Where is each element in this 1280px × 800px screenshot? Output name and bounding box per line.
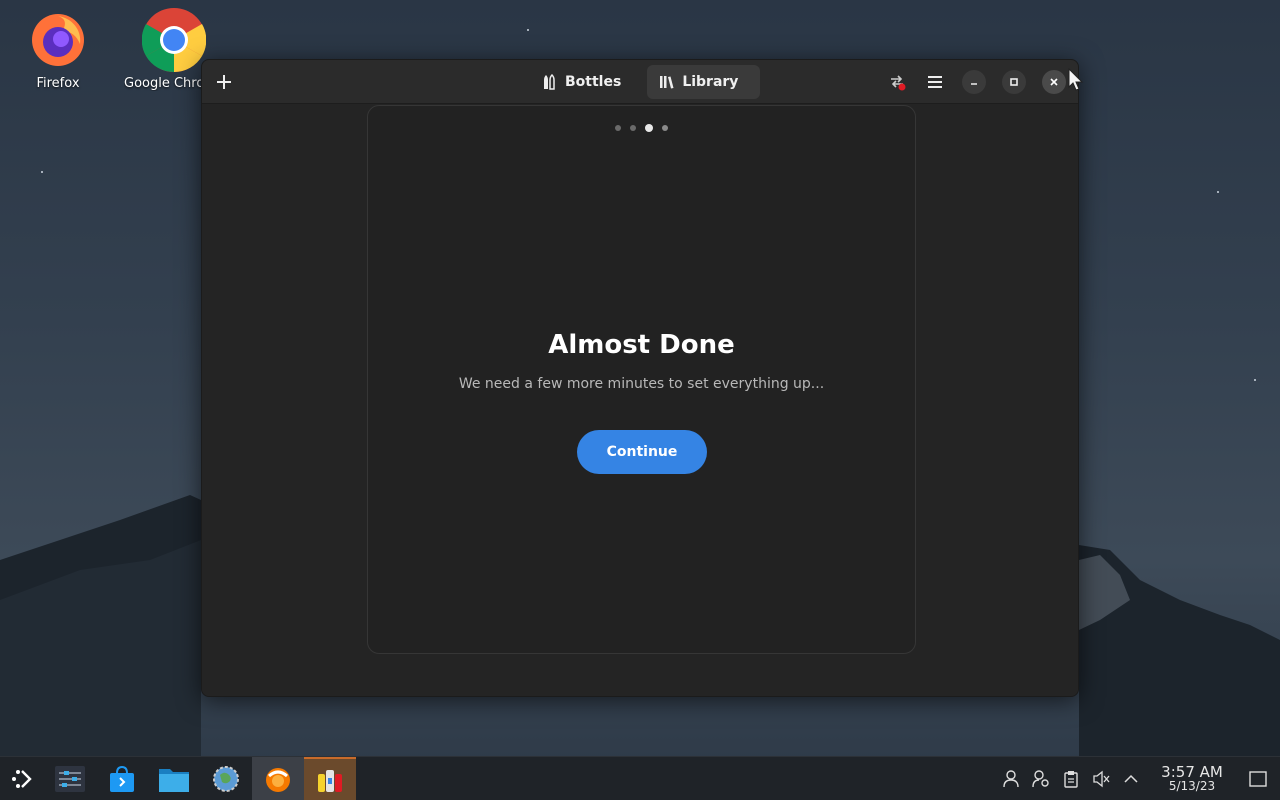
minimize-button[interactable] [962, 70, 986, 94]
system-tray: 3:57 AM 5/13/23 [996, 757, 1280, 800]
globe-gear-icon [213, 765, 239, 792]
maximize-button[interactable] [1002, 70, 1026, 94]
desktop-icon-chrome[interactable]: Google Chrome [124, 8, 207, 91]
headerbar: Bottles Library [202, 60, 1078, 104]
desktop-icon-label: Firefox [36, 76, 80, 91]
taskbar-file-manager[interactable] [148, 757, 200, 800]
taskbar-bottles-app[interactable] [252, 756, 304, 800]
main-menu-button[interactable] [918, 66, 952, 98]
tray-expand[interactable] [1116, 757, 1146, 800]
taskbar-system-settings[interactable] [44, 757, 96, 800]
close-button[interactable] [1042, 70, 1066, 94]
library-icon [660, 76, 674, 89]
tray-volume[interactable] [1086, 757, 1116, 800]
store-bag-icon [110, 765, 134, 792]
tray-clipboard[interactable] [1056, 757, 1086, 800]
app-launcher-button[interactable] [0, 757, 44, 800]
onboarding-dialog: Almost Done We need a few more minutes t… [367, 105, 916, 654]
tray-user[interactable] [996, 757, 1026, 800]
taskbar: 3:57 AM 5/13/23 [0, 756, 1280, 800]
desktop-icon-label: Google Chrome [124, 76, 202, 91]
tab-bottles[interactable]: Bottles [530, 65, 643, 99]
settings-sliders-icon [55, 765, 85, 792]
onboarding-subtitle: We need a few more minutes to set everyt… [458, 376, 825, 392]
show-desktop-icon [1249, 771, 1267, 787]
continue-button[interactable]: Continue [577, 430, 707, 474]
headerbar-controls [880, 66, 1072, 98]
close-icon [1050, 78, 1058, 86]
volume-muted-icon [1093, 770, 1110, 788]
mouse-cursor-icon [1068, 68, 1084, 91]
tasks-button[interactable] [880, 66, 914, 98]
clock-date: 5/13/23 [1168, 779, 1216, 793]
bottles-app-icon [266, 767, 290, 792]
carousel-dot[interactable] [662, 125, 668, 131]
taskbar-bottles-window[interactable] [304, 756, 356, 800]
clipboard-icon [1064, 771, 1078, 788]
folder-icon [159, 768, 189, 792]
show-desktop-button[interactable] [1236, 757, 1280, 800]
digital-clock[interactable]: 3:57 AM 5/13/23 [1152, 763, 1232, 794]
tray-user-switch[interactable] [1026, 757, 1056, 800]
maximize-icon [1010, 78, 1018, 86]
chevron-up-icon [1124, 774, 1138, 783]
view-switcher: Bottles Library [530, 65, 761, 99]
window-content: Almost Done We need a few more minutes t… [202, 104, 1078, 696]
taskbar-web-browser[interactable] [200, 757, 252, 800]
chrome-icon [141, 8, 207, 73]
carousel-indicator [368, 124, 915, 132]
tab-library[interactable]: Library [647, 65, 761, 99]
tab-label: Library [682, 74, 739, 90]
carousel-dot-active[interactable] [645, 124, 653, 132]
bottles-icon [544, 74, 555, 90]
add-bottle-button[interactable] [207, 66, 241, 98]
carousel-dot[interactable] [615, 125, 621, 131]
bottles-flatpak-icon [318, 769, 342, 792]
user-settings-icon [1032, 770, 1049, 788]
hamburger-menu-icon [928, 76, 942, 88]
firefox-icon [28, 8, 88, 68]
bottles-window: Bottles Library Almost Done We need a fe… [201, 59, 1079, 697]
tab-label: Bottles [565, 74, 622, 90]
tasks-icon [891, 75, 906, 91]
desktop-icon-firefox[interactable]: Firefox [8, 8, 108, 91]
carousel-dot[interactable] [630, 125, 636, 131]
onboarding-title: Almost Done [548, 330, 735, 360]
launcher-icon [12, 769, 32, 788]
minimize-icon [971, 83, 977, 85]
user-icon [1003, 770, 1019, 788]
clock-time: 3:57 AM [1161, 763, 1223, 781]
taskbar-discover[interactable] [96, 757, 148, 800]
plus-icon [217, 75, 231, 89]
